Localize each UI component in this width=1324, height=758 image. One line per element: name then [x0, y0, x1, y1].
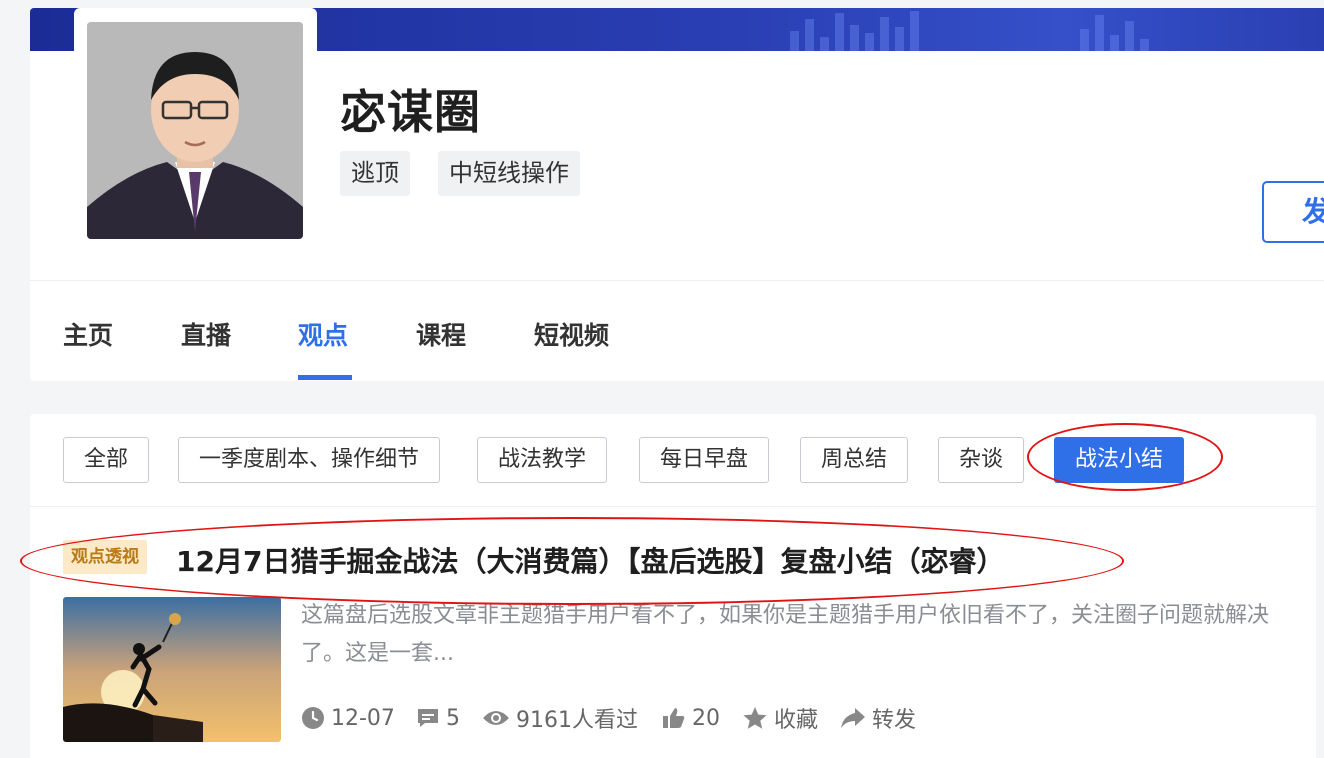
profile-tag-1: 逃顶 — [340, 151, 410, 196]
eye-icon — [483, 711, 509, 725]
share-button[interactable]: 转发 — [840, 703, 916, 733]
follow-button[interactable]: 发 — [1262, 181, 1324, 243]
tab-live[interactable]: 直播 — [181, 316, 231, 352]
article-title[interactable]: 12月7日猎手掘金战法（大消费篇）【盘后选股】复盘小结（宓睿） — [176, 540, 1004, 580]
tab-short-videos[interactable]: 短视频 — [534, 316, 609, 352]
filter-morning-market[interactable]: 每日早盘 — [639, 437, 770, 483]
profile-tag-2: 中短线操作 — [438, 151, 580, 196]
favorite-label: 收藏 — [774, 708, 819, 733]
filter-weekly-summary[interactable]: 周总结 — [800, 437, 909, 483]
article-thumbnail[interactable] — [63, 597, 281, 742]
content-card: 全部 一季度剧本、操作细节 战法教学 每日早盘 周总结 杂谈 战法小结 观点透视… — [30, 414, 1316, 758]
filter-divider — [30, 506, 1316, 507]
comment-icon — [418, 709, 438, 727]
tab-opinions[interactable]: 观点 — [298, 316, 348, 352]
tab-home[interactable]: 主页 — [63, 316, 113, 352]
share-icon — [841, 708, 865, 728]
filter-q1-playbook[interactable]: 一季度剧本、操作细节 — [178, 437, 441, 483]
article-summary: 这篇盘后选股文章非主题猎手用户看不了，如果你是主题猎手用户依旧看不了，关注圈子问… — [301, 603, 1270, 666]
article-badge: 观点透视 — [63, 540, 147, 574]
profile-card: 宓谋圈 逃顶 中短线操作 发 主页 直播 观点 课程 短视频 — [30, 8, 1324, 381]
article-date: 12-07 — [301, 703, 395, 733]
article-views-count: 9161人看过 — [516, 708, 638, 733]
filter-all[interactable]: 全部 — [63, 437, 150, 483]
article-comments[interactable]: 5 — [416, 703, 460, 733]
filter-tactics-teaching[interactable]: 战法教学 — [477, 437, 608, 483]
clock-icon — [302, 707, 324, 729]
profile-name: 宓谋圈 — [340, 85, 481, 139]
filter-tactics-summary[interactable]: 战法小结 — [1054, 437, 1185, 483]
share-label: 转发 — [872, 708, 917, 733]
article-date-text: 12-07 — [331, 705, 395, 731]
filter-misc[interactable]: 杂谈 — [938, 437, 1025, 483]
tab-courses[interactable]: 课程 — [416, 316, 466, 352]
article-comments-count: 5 — [446, 705, 460, 731]
active-tab-indicator — [298, 375, 352, 380]
article-likes-count: 20 — [692, 705, 720, 731]
favorite-button[interactable]: 收藏 — [742, 703, 818, 733]
profile-divider — [30, 280, 1324, 281]
article-likes[interactable]: 20 — [662, 703, 720, 733]
star-icon — [743, 707, 767, 729]
avatar[interactable] — [87, 22, 303, 239]
article-views: 9161人看过 — [482, 703, 638, 733]
thumbs-up-icon — [663, 708, 685, 728]
